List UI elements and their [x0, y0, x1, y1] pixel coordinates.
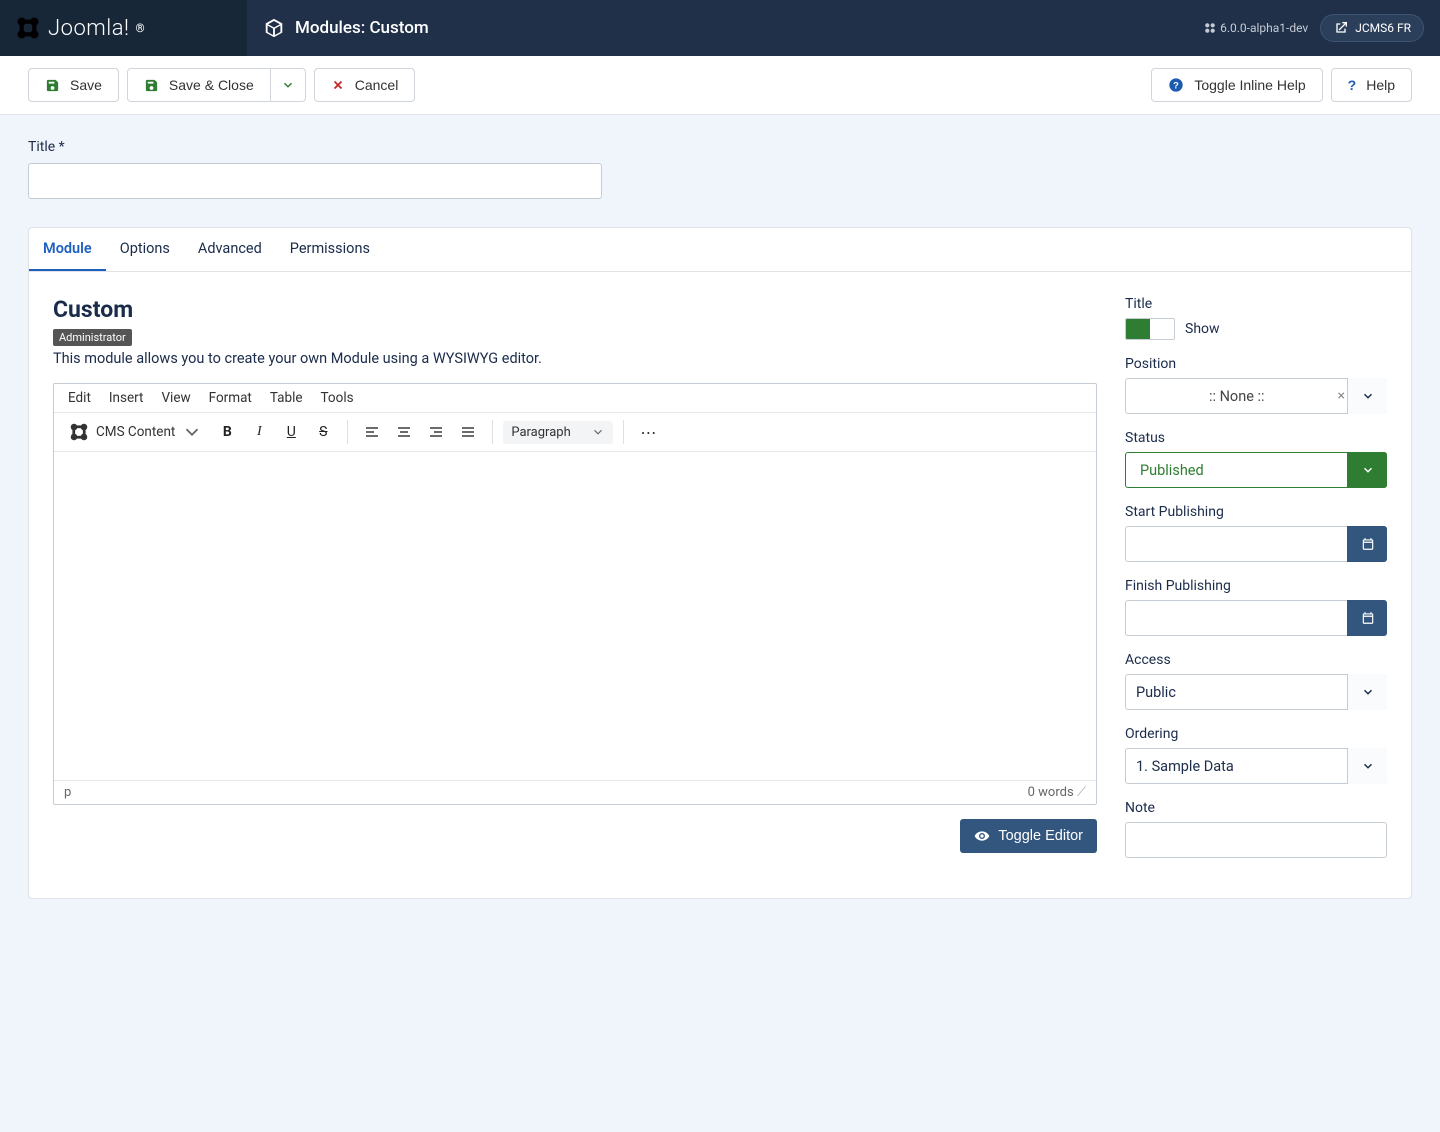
- help-button[interactable]: ? Help: [1331, 68, 1412, 102]
- toggle-inline-help-button[interactable]: ? Toggle Inline Help: [1151, 68, 1322, 102]
- align-justify-icon: [460, 424, 476, 440]
- target-link[interactable]: JCMS6 FR: [1320, 14, 1424, 42]
- clear-position-icon[interactable]: ×: [1338, 388, 1345, 404]
- cms-content-dropdown[interactable]: CMS Content: [62, 417, 209, 447]
- tab-advanced[interactable]: Advanced: [184, 228, 276, 271]
- editor-menu-table[interactable]: Table: [270, 390, 303, 406]
- show-title-value: Show: [1185, 321, 1220, 337]
- tab-module[interactable]: Module: [29, 228, 106, 271]
- page-title-text: Modules: Custom: [295, 18, 429, 38]
- title-input[interactable]: [28, 163, 602, 199]
- align-center-icon: [396, 424, 412, 440]
- start-publishing-input[interactable]: [1125, 526, 1387, 562]
- editor-menu-format[interactable]: Format: [209, 390, 252, 406]
- toggle-editor-button[interactable]: Toggle Editor: [960, 819, 1097, 853]
- chevron-down-icon: [1361, 389, 1375, 403]
- side-title-label: Title: [1125, 296, 1387, 312]
- wysiwyg-editor: Edit Insert View Format Table Tools: [53, 383, 1097, 805]
- note-input[interactable]: [1125, 822, 1387, 858]
- resize-handle[interactable]: ⟋: [1077, 785, 1086, 800]
- finish-publishing-label: Finish Publishing: [1125, 578, 1387, 594]
- finish-publishing-input[interactable]: [1125, 600, 1387, 636]
- show-title-toggle[interactable]: [1125, 318, 1175, 340]
- chevron-down-icon: [591, 425, 605, 439]
- eye-icon: [974, 828, 990, 844]
- cube-icon: [263, 17, 285, 39]
- ordering-dropdown-button[interactable]: [1347, 748, 1387, 784]
- tab-permissions[interactable]: Permissions: [276, 228, 384, 271]
- italic-button[interactable]: I: [245, 418, 273, 446]
- start-publishing-picker[interactable]: [1347, 526, 1387, 562]
- align-center-button[interactable]: [390, 418, 418, 446]
- block-format-dropdown[interactable]: Paragraph: [503, 421, 613, 444]
- chevron-down-icon: [181, 421, 203, 443]
- position-dropdown-button[interactable]: [1347, 378, 1387, 414]
- finish-publishing-picker[interactable]: [1347, 600, 1387, 636]
- editor-menu-view[interactable]: View: [161, 390, 190, 406]
- title-label: Title *: [28, 139, 1412, 155]
- calendar-icon: [1361, 537, 1375, 551]
- page-title: Modules: Custom: [247, 17, 445, 39]
- bold-button[interactable]: B: [213, 418, 241, 446]
- access-label: Access: [1125, 652, 1387, 668]
- access-dropdown-button[interactable]: [1347, 674, 1387, 710]
- status-select[interactable]: Published: [1125, 452, 1387, 488]
- joomla-icon: [14, 14, 42, 42]
- note-label: Note: [1125, 800, 1387, 816]
- brand-panel[interactable]: Joomla!®: [0, 0, 247, 56]
- tab-options[interactable]: Options: [106, 228, 184, 271]
- editor-menu-edit[interactable]: Edit: [68, 390, 91, 406]
- align-right-button[interactable]: [422, 418, 450, 446]
- module-description: This module allows you to create your ow…: [53, 350, 1097, 367]
- strikethrough-button[interactable]: S: [309, 418, 337, 446]
- word-count: 0 words: [1028, 785, 1074, 800]
- align-justify-button[interactable]: [454, 418, 482, 446]
- save-icon: [45, 78, 60, 93]
- save-button[interactable]: Save: [28, 68, 119, 102]
- svg-text:?: ?: [1173, 80, 1179, 90]
- chevron-down-icon: [281, 78, 295, 92]
- position-select[interactable]: :: None :: ×: [1125, 378, 1387, 414]
- align-left-icon: [364, 424, 380, 440]
- calendar-icon: [1361, 611, 1375, 625]
- editor-menu-insert[interactable]: Insert: [109, 390, 144, 406]
- brand-logo: Joomla!®: [14, 14, 145, 42]
- admin-badge: Administrator: [53, 329, 132, 346]
- position-label: Position: [1125, 356, 1387, 372]
- save-dropdown[interactable]: [271, 68, 306, 102]
- editor-menu-tools[interactable]: Tools: [321, 390, 354, 406]
- status-label: Status: [1125, 430, 1387, 446]
- more-button[interactable]: ⋯: [634, 423, 663, 442]
- question-icon: ?: [1348, 77, 1357, 93]
- editor-path: p: [64, 785, 71, 800]
- align-right-icon: [428, 424, 444, 440]
- chevron-down-icon: [1361, 463, 1375, 477]
- close-icon: [331, 78, 345, 92]
- joomla-mini-icon: [1204, 22, 1216, 34]
- external-link-icon: [1333, 20, 1349, 36]
- question-circle-icon: ?: [1168, 77, 1184, 93]
- module-heading: Custom: [53, 296, 1097, 323]
- save-close-button[interactable]: Save & Close: [127, 68, 271, 102]
- status-dropdown-button[interactable]: [1347, 452, 1387, 488]
- save-icon: [144, 78, 159, 93]
- chevron-down-icon: [1361, 685, 1375, 699]
- start-publishing-label: Start Publishing: [1125, 504, 1387, 520]
- align-left-button[interactable]: [358, 418, 386, 446]
- version-label: 6.0.0-alpha1-dev: [1204, 21, 1308, 35]
- brand-text: Joomla!: [48, 16, 130, 41]
- editor-body[interactable]: [54, 452, 1096, 780]
- chevron-down-icon: [1361, 759, 1375, 773]
- underline-button[interactable]: U: [277, 418, 305, 446]
- joomla-icon: [68, 421, 90, 443]
- ordering-label: Ordering: [1125, 726, 1387, 742]
- cancel-button[interactable]: Cancel: [314, 68, 416, 102]
- access-select[interactable]: Public: [1125, 674, 1387, 710]
- ordering-select[interactable]: 1. Sample Data: [1125, 748, 1387, 784]
